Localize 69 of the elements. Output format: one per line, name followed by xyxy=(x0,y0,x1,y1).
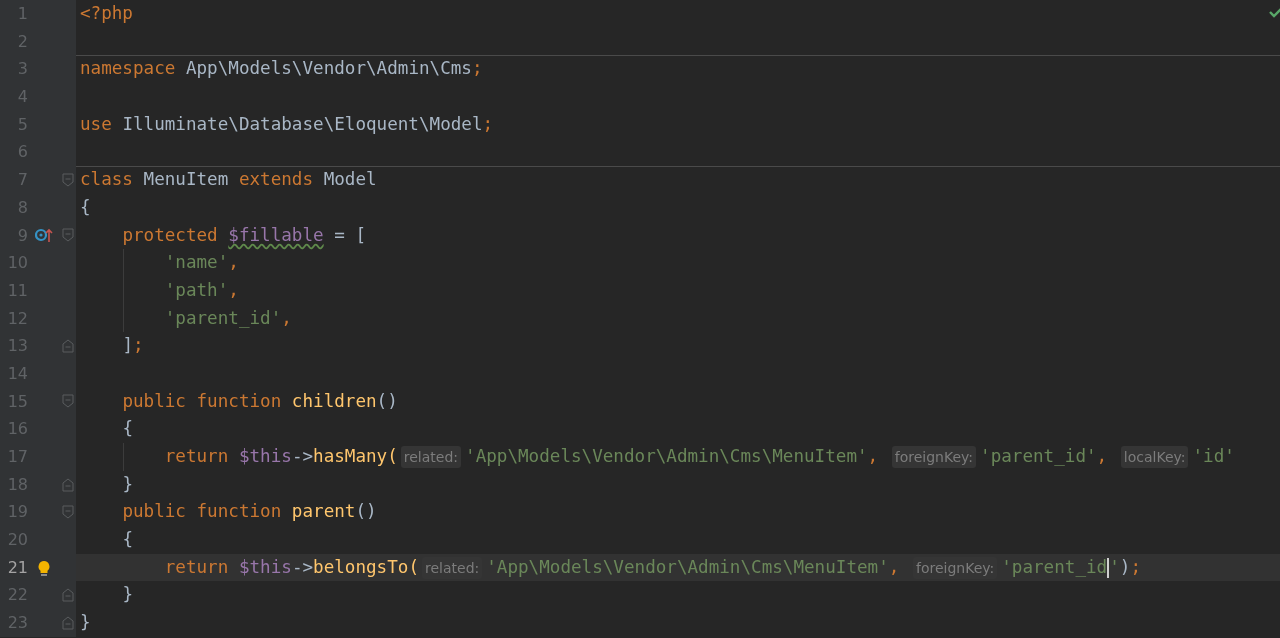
fold-icon[interactable] xyxy=(62,172,74,187)
lightbulb-icon[interactable] xyxy=(37,559,51,576)
keyword: public function xyxy=(122,501,282,522)
fold-icon[interactable] xyxy=(62,615,74,630)
code-text: ; xyxy=(471,58,483,79)
code-text: Model xyxy=(323,169,377,190)
code-text: } xyxy=(122,473,133,494)
code-text: , xyxy=(281,307,292,328)
code-text: App\Models\Vendor\Admin\Cms xyxy=(185,58,472,79)
code-text: Illuminate\Database\Eloquent\Model xyxy=(122,113,483,134)
function-name: belongsTo( xyxy=(313,556,419,577)
parameter-hint: related: xyxy=(400,446,462,468)
code-text: , xyxy=(1096,446,1109,466)
code-text: { xyxy=(80,196,91,217)
code-text: ; xyxy=(132,335,144,356)
code-text: { xyxy=(122,529,133,550)
code-text: } xyxy=(122,584,133,605)
string-literal: 'parent_id' xyxy=(980,446,1097,466)
code-text: = [ xyxy=(334,224,367,245)
string-literal: 'App\Models\Vendor\Admin\Cms\MenuItem' xyxy=(465,446,868,466)
code-text: -> xyxy=(291,556,314,577)
code-text: ] xyxy=(122,335,133,356)
fold-icon[interactable] xyxy=(62,339,74,354)
code-text: , xyxy=(888,556,901,577)
code-text: , xyxy=(228,252,239,273)
text-caret xyxy=(1107,557,1110,578)
string-literal: 'path' xyxy=(164,279,229,300)
keyword: extends xyxy=(238,169,314,190)
fold-icon[interactable] xyxy=(62,228,74,243)
override-icon[interactable] xyxy=(35,227,53,244)
keyword: protected xyxy=(122,224,218,245)
parameter-hint: foreignKey: xyxy=(891,446,977,468)
keyword: use xyxy=(80,113,112,134)
code-text: ) xyxy=(1119,556,1131,577)
keyword: <?php xyxy=(80,3,133,23)
code-text: MenuItem xyxy=(143,169,230,190)
string-literal: ' xyxy=(1109,556,1120,577)
fold-icon[interactable] xyxy=(62,588,74,603)
function-name: parent xyxy=(291,501,356,522)
line-number: 21 xyxy=(6,556,28,579)
string-literal: 'parent_id' xyxy=(164,307,282,328)
code-text: ; xyxy=(1130,556,1141,577)
keyword: return xyxy=(164,556,229,577)
variable: $this xyxy=(238,556,292,577)
parameter-hint: localKey: xyxy=(1120,446,1189,468)
function-name: hasMany( xyxy=(313,446,398,466)
code-text: } xyxy=(80,612,91,633)
variable: $this xyxy=(238,446,292,466)
keyword: class xyxy=(80,169,133,190)
string-literal: 'parent_id xyxy=(1001,556,1108,577)
fold-icon[interactable] xyxy=(62,477,74,492)
code-text: , xyxy=(228,279,239,300)
string-literal: 'name' xyxy=(164,252,229,273)
string-literal: 'App\Models\Vendor\Admin\Cms\MenuItem' xyxy=(486,556,889,577)
keyword: public function xyxy=(122,390,282,411)
keyword: namespace xyxy=(80,58,176,79)
string-literal: 'id' xyxy=(1192,446,1235,466)
code-text: -> xyxy=(291,446,314,466)
variable: $fillable xyxy=(228,224,324,245)
code-text: () xyxy=(355,501,377,522)
code-text: () xyxy=(376,390,398,411)
fold-icon[interactable] xyxy=(62,394,74,409)
keyword: return xyxy=(164,446,229,466)
function-name: children xyxy=(291,390,377,411)
check-icon[interactable] xyxy=(1269,6,1280,18)
code-text: , xyxy=(867,446,880,466)
code-text: { xyxy=(122,418,133,439)
fold-icon[interactable] xyxy=(62,505,74,520)
code-text: ; xyxy=(482,113,494,134)
